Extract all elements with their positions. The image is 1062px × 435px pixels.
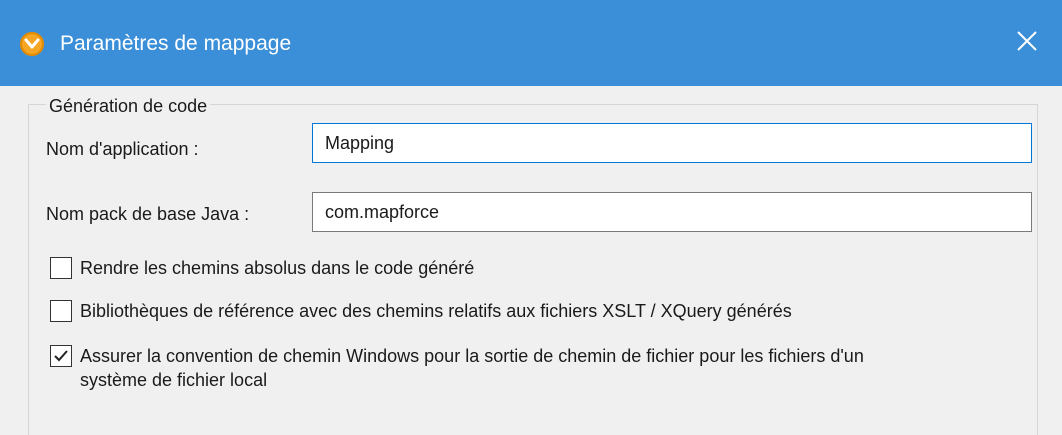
windows-path-label-line2[interactable]: système de fichier local	[80, 368, 267, 392]
windows-path-checkbox[interactable]	[50, 345, 72, 367]
close-button[interactable]	[992, 0, 1062, 86]
mapforce-logo-icon	[20, 32, 44, 56]
close-icon	[1016, 30, 1038, 57]
window-title: Paramètres de mappage	[60, 32, 292, 55]
app-name-input[interactable]: Mapping	[312, 123, 1032, 163]
java-pack-label: Nom pack de base Java :	[46, 204, 250, 224]
dialog-content: Génération de code Nom d'application : M…	[0, 86, 1062, 435]
relative-paths-label[interactable]: Bibliothèques de référence avec des chem…	[80, 299, 792, 323]
windows-path-label-line1[interactable]: Assurer la convention de chemin Windows …	[80, 344, 864, 368]
group-legend: Génération de code	[46, 94, 211, 118]
java-pack-input[interactable]: com.mapforce	[312, 192, 1032, 232]
title-bar: Paramètres de mappage	[0, 0, 1062, 86]
app-name-label: Nom d'application :	[46, 139, 199, 159]
relative-paths-checkbox[interactable]	[50, 300, 72, 322]
absolute-paths-checkbox[interactable]	[50, 257, 72, 279]
checkmark-icon	[54, 350, 68, 362]
absolute-paths-label[interactable]: Rendre les chemins absolus dans le code …	[80, 256, 474, 280]
